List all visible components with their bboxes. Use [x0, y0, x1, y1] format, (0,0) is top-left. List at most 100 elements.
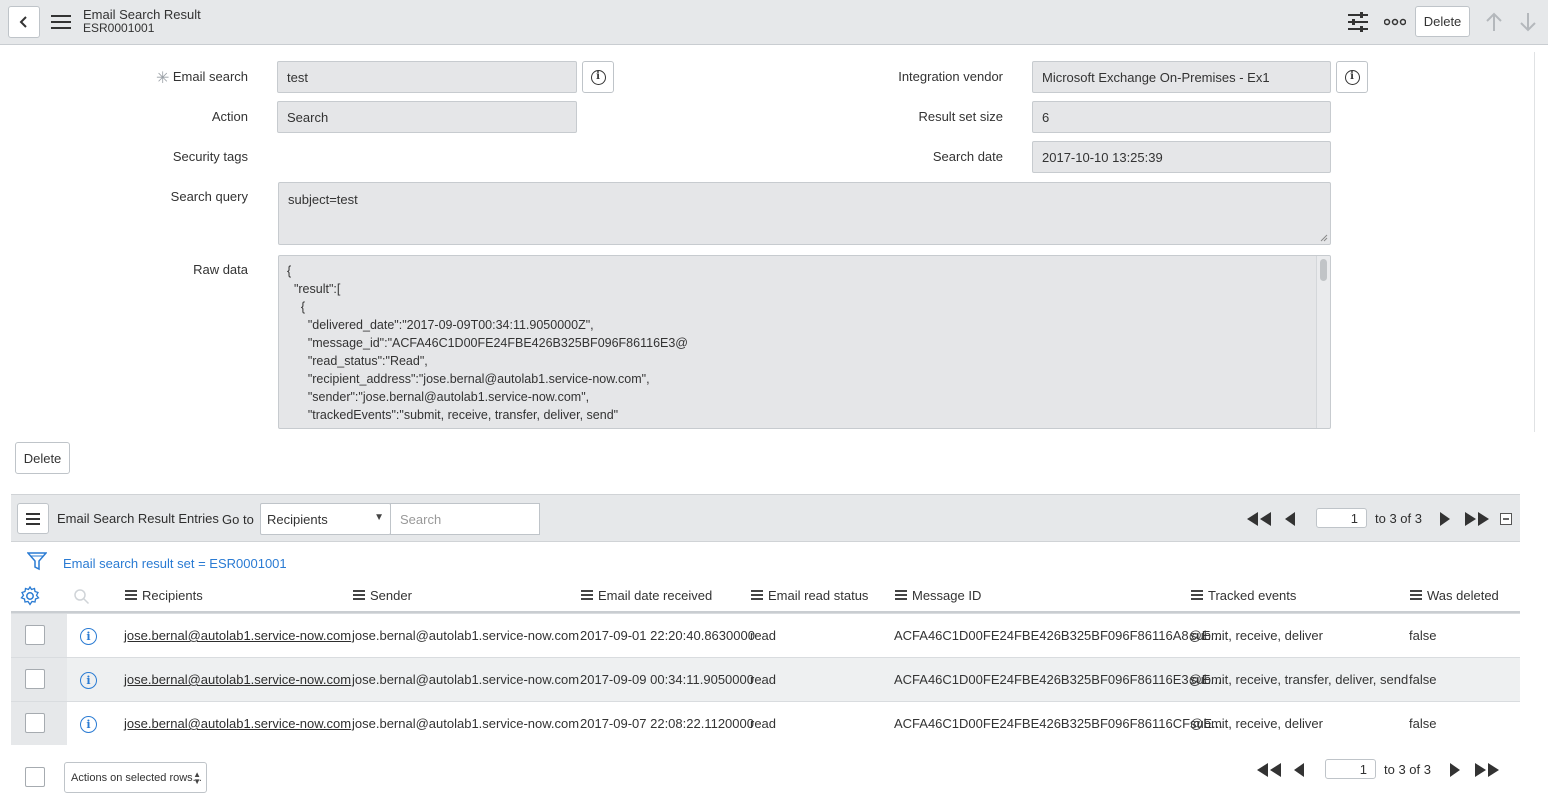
form-title: Email Search Result — [83, 7, 201, 22]
arrow-up-icon[interactable] — [1482, 10, 1506, 34]
tracked-events-cell: submit, receive, deliver — [1190, 628, 1323, 643]
column-header-was-deleted[interactable]: Was deleted — [1410, 588, 1499, 603]
table-row[interactable]: i jose.bernal@autolab1.service-now.com j… — [11, 613, 1520, 657]
previous-page-icon[interactable] — [1284, 512, 1296, 526]
footer-page-range-text: to 3 of 3 — [1384, 762, 1431, 777]
column-header-email-read-status[interactable]: Email read status — [751, 588, 868, 603]
raw-data-line: "delivered_date":"2017-09-09T00:34:11.90… — [287, 318, 594, 332]
status-cell: read — [750, 628, 777, 643]
message-id-cell: ACFA46C1D00FE24FBE426B325BF096F86116E3@E… — [894, 672, 1222, 687]
was-deleted-cell: false — [1409, 716, 1437, 731]
footer-next-page-icon[interactable] — [1449, 763, 1461, 777]
sender-cell: jose.bernal@autolab1.service-now.com — [352, 672, 580, 687]
column-header-tracked-events[interactable]: Tracked events — [1191, 588, 1296, 603]
integration-vendor-label: Integration vendor — [898, 69, 1003, 84]
row-info-icon[interactable]: i — [80, 672, 97, 689]
first-page-icon[interactable] — [1246, 512, 1272, 526]
tracked-events-cell: submit, receive, deliver — [1190, 716, 1323, 731]
column-header-message-id[interactable]: Message ID — [895, 588, 981, 603]
form-header: Email Search Result ESR0001001 Delete — [0, 0, 1548, 45]
footer-first-page-icon[interactable] — [1256, 763, 1282, 777]
actions-on-selected-select[interactable]: Actions on selected rows... ▲ ▼ — [64, 762, 207, 793]
sender-cell: jose.bernal@autolab1.service-now.com — [352, 716, 580, 731]
raw-data-field[interactable]: { "result":[ { "delivered_date":"2017-09… — [278, 255, 1331, 429]
related-list-title: Email Search Result Entries — [57, 511, 219, 526]
goto-label: Go to — [222, 512, 254, 527]
select-all-checkbox[interactable] — [25, 767, 45, 787]
raw-data-scrollbar[interactable] — [1316, 256, 1330, 428]
raw-data-line: "message_id":"ACFA46C1D00FE24FBE426B325B… — [287, 336, 688, 350]
footer-last-page-icon[interactable] — [1474, 763, 1500, 777]
filter-funnel-icon[interactable] — [27, 551, 47, 571]
back-button[interactable] — [8, 6, 40, 38]
row-info-icon[interactable]: i — [80, 628, 97, 645]
recipients-link[interactable]: jose.bernal@autolab1.service-now.com — [124, 628, 351, 643]
column-menu-icon[interactable] — [1191, 589, 1203, 602]
result-set-size-label: Result set size — [918, 109, 1003, 124]
column-header-sender[interactable]: Sender — [353, 588, 412, 603]
column-label: Message ID — [912, 588, 982, 603]
more-options-icon[interactable] — [1383, 10, 1407, 34]
search-query-field[interactable]: subject=test — [278, 182, 1331, 245]
goto-select-value: Recipients — [267, 511, 328, 527]
arrow-down-icon[interactable] — [1516, 10, 1540, 34]
security-tags-label: Security tags — [172, 149, 248, 164]
next-page-icon[interactable] — [1439, 512, 1451, 526]
row-checkbox[interactable] — [25, 713, 45, 733]
context-menu-icon[interactable] — [51, 15, 71, 29]
table-row[interactable]: i jose.bernal@autolab1.service-now.com j… — [11, 701, 1520, 745]
integration-vendor-info-button[interactable]: i — [1336, 61, 1368, 93]
footer-previous-page-icon[interactable] — [1293, 763, 1305, 777]
column-menu-icon[interactable] — [751, 589, 763, 602]
raw-data-line: { — [287, 300, 306, 314]
column-menu-icon[interactable] — [353, 589, 365, 602]
integration-vendor-field[interactable]: Microsoft Exchange On-Premises - Ex1 — [1032, 61, 1331, 93]
column-search-icon[interactable] — [73, 588, 90, 605]
row-checkbox[interactable] — [25, 669, 45, 689]
goto-column-select[interactable]: Recipients ▼ — [260, 503, 391, 535]
collapse-list-icon[interactable] — [1500, 513, 1512, 525]
column-menu-icon[interactable] — [581, 589, 593, 602]
dropdown-triangle-icon: ▼ — [374, 512, 384, 523]
gear-icon[interactable] — [20, 586, 40, 606]
email-search-label: Email search — [172, 69, 248, 84]
delete-button-header[interactable]: Delete — [1415, 6, 1470, 37]
column-menu-icon[interactable] — [125, 589, 137, 602]
scroll-track — [1534, 52, 1535, 432]
personalize-sliders-icon[interactable] — [1346, 10, 1370, 34]
list-search-input[interactable]: Search — [390, 503, 540, 535]
resize-handle-icon[interactable] — [1320, 234, 1328, 242]
date-cell: 2017-09-01 22:20:40.8630000 — [580, 628, 755, 643]
result-set-size-field[interactable]: 6 — [1032, 101, 1331, 133]
column-label: Recipients — [142, 588, 203, 603]
page-number-input[interactable]: 1 — [1316, 508, 1367, 528]
delete-button-form[interactable]: Delete — [15, 442, 70, 474]
footer-page-number-input[interactable]: 1 — [1325, 759, 1376, 779]
filter-breadcrumb-link[interactable]: Email search result set = ESR0001001 — [63, 556, 287, 571]
row-checkbox[interactable] — [25, 625, 45, 645]
status-cell: read — [750, 716, 777, 731]
email-search-field[interactable]: test — [277, 61, 577, 93]
recipients-link[interactable]: jose.bernal@autolab1.service-now.com — [124, 716, 351, 731]
info-icon: i — [590, 69, 606, 85]
column-header-recipients[interactable]: Recipients — [125, 588, 203, 603]
was-deleted-cell: false — [1409, 628, 1437, 643]
list-menu-button[interactable] — [17, 503, 49, 534]
tracked-events-cell: submit, receive, transfer, deliver, send — [1190, 672, 1409, 687]
email-search-info-button[interactable]: i — [582, 61, 614, 93]
column-menu-icon[interactable] — [1410, 589, 1422, 602]
table-row[interactable]: i jose.bernal@autolab1.service-now.com j… — [11, 657, 1520, 701]
search-date-label: Search date — [932, 149, 1003, 164]
row-info-icon[interactable]: i — [80, 716, 97, 733]
recipients-link[interactable]: jose.bernal@autolab1.service-now.com — [124, 672, 351, 687]
status-cell: read — [750, 672, 777, 687]
column-header-email-date-received[interactable]: Email date received — [581, 588, 712, 603]
related-list-toolbar: Email Search Result Entries Go to Recipi… — [11, 494, 1520, 542]
last-page-icon[interactable] — [1464, 512, 1490, 526]
column-menu-icon[interactable] — [895, 589, 907, 602]
search-date-field[interactable]: 2017-10-10 13:25:39 — [1032, 141, 1331, 173]
raw-data-line: { — [287, 264, 292, 278]
column-label: Was deleted — [1427, 588, 1499, 603]
action-field[interactable]: Search — [277, 101, 577, 133]
scrollbar-thumb[interactable] — [1320, 259, 1327, 281]
